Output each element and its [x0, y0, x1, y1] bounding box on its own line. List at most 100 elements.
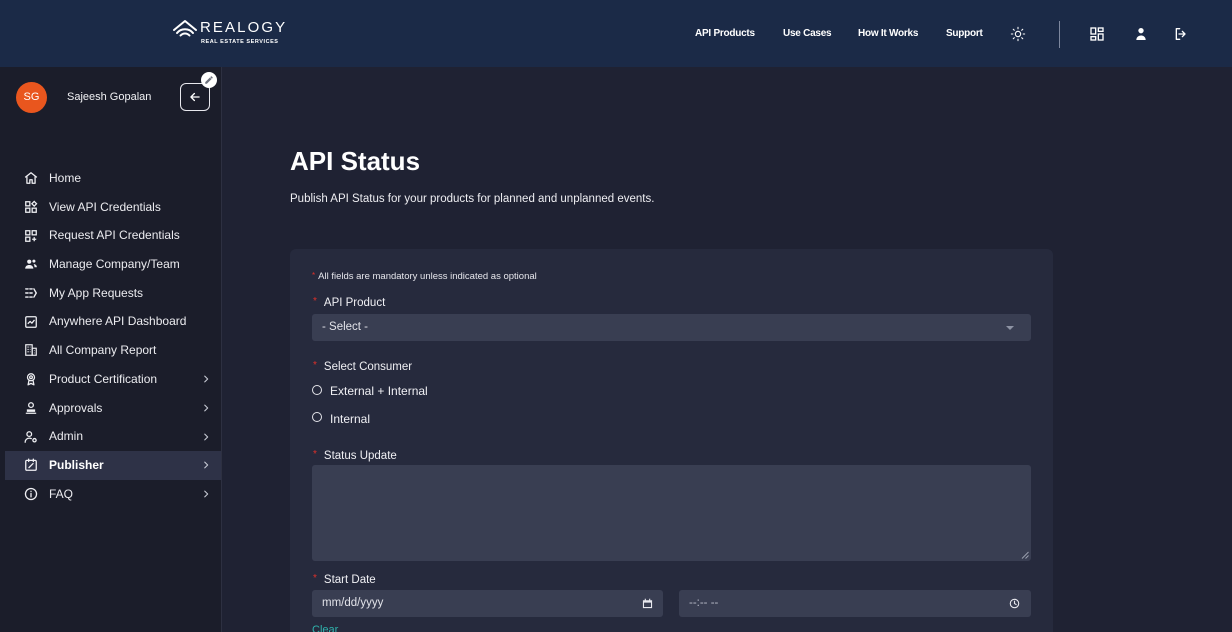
apps-grid-icon [1090, 27, 1104, 41]
sidebar-item-approvals[interactable]: Approvals [5, 394, 221, 423]
apps-menu-button[interactable] [1089, 26, 1105, 42]
avatar[interactable]: SG [16, 82, 47, 113]
required-asterisk: * [313, 296, 317, 307]
required-asterisk: * [313, 449, 317, 460]
app-requests-icon [25, 288, 38, 298]
realogy-roof-icon [173, 20, 197, 37]
sidebar-item-label: Anywhere API Dashboard [49, 314, 187, 329]
radio-internal-label[interactable]: Internal [330, 411, 370, 427]
sidebar-item-label: Product Certification [49, 371, 158, 386]
nav-use-cases[interactable]: Use Cases [783, 27, 832, 41]
sidebar-item-all-company-report[interactable]: All Company Report [5, 336, 221, 365]
page-title: API Status [290, 146, 421, 176]
required-asterisk: * [312, 271, 316, 280]
chevron-right-icon [204, 433, 209, 440]
calendar-icon[interactable] [642, 598, 653, 609]
sun-icon [1010, 26, 1026, 42]
sidebar-item-view-api-credentials[interactable]: View API Credentials [5, 193, 221, 222]
required-asterisk: * [313, 573, 317, 584]
nav-support[interactable]: Support [946, 27, 983, 41]
sidebar-item-label: Admin [49, 429, 84, 444]
nav-how-it-works[interactable]: How It Works [858, 27, 918, 41]
approvals-icon [25, 401, 37, 414]
sidebar-item-label: Home [49, 171, 82, 185]
api-product-selected-value: - Select - [322, 321, 369, 333]
mandatory-note: * All fields are mandatory unless indicat… [312, 271, 537, 283]
sidebar-item-anywhere-api-dashboard[interactable]: Anywhere API Dashboard [5, 307, 221, 336]
sidebar-item-faq[interactable]: FAQ [5, 480, 221, 509]
edit-profile-button[interactable] [201, 72, 217, 88]
start-date-label-text: Start Date [323, 574, 376, 586]
sidebar-item-label: FAQ [49, 486, 74, 501]
sidebar-item-label: Request API Credentials [49, 228, 180, 243]
sidebar-item-admin[interactable]: Admin [5, 422, 221, 451]
pencil-icon [205, 76, 213, 84]
sidebar-item-label: Manage Company/Team [49, 257, 180, 272]
realogy-logo[interactable]: REALOGY REAL ESTATE SERVICES [172, 18, 288, 48]
api-product-label: * API Product [313, 296, 385, 311]
team-icon [25, 259, 37, 270]
start-date-input[interactable]: mm/dd/yyyy [312, 590, 663, 617]
sidebar-item-label: Publisher [49, 457, 104, 472]
status-update-textarea[interactable] [312, 465, 1031, 561]
logout-icon [1175, 28, 1186, 40]
api-product-select[interactable]: - Select - [312, 314, 1031, 341]
publisher-icon [25, 458, 37, 472]
theme-toggle-button[interactable] [1010, 26, 1026, 42]
api-status-form: * All fields are mandatory unless indicat… [290, 249, 1053, 632]
dashboard-icon [25, 315, 37, 328]
page-subtitle: Publish API Status for your products for… [290, 193, 655, 205]
time-placeholder: --:-- -- [689, 597, 719, 609]
chevron-right-icon [204, 490, 209, 498]
chevron-right-icon [204, 375, 209, 383]
user-icon [1136, 28, 1146, 40]
api-product-label-text: API Product [323, 297, 386, 309]
sidebar-item-my-app-requests[interactable]: My App Requests [5, 279, 221, 308]
app-root: REALOGY REAL ESTATE SERVICES API Product… [0, 0, 1232, 632]
sidebar-item-label: All Company Report [49, 343, 157, 358]
radio-internal[interactable] [312, 412, 322, 422]
clear-date-link[interactable]: Clear [312, 624, 338, 632]
sidebar-item-product-certification[interactable]: Product Certification [5, 365, 221, 394]
chevron-right-icon [204, 461, 209, 469]
logo-tagline: REAL ESTATE SERVICES [201, 39, 279, 45]
sidebar-item-request-api-credentials[interactable]: Request API Credentials [5, 221, 221, 250]
date-placeholder: mm/dd/yyyy [322, 597, 384, 609]
profile-button[interactable] [1133, 26, 1149, 42]
sidebar-item-publisher[interactable]: Publisher [5, 450, 221, 480]
logout-button[interactable] [1173, 26, 1189, 42]
start-date-label: * Start Date [313, 573, 376, 588]
start-time-input[interactable]: --:-- -- [679, 590, 1031, 617]
sidebar-item-label: My App Requests [49, 285, 144, 300]
header-divider [1059, 21, 1060, 48]
status-update-label-text: Status Update [323, 450, 397, 462]
radio-external-internal[interactable] [312, 385, 322, 395]
sidebar-item-label: Approvals [49, 400, 103, 415]
status-update-label: * Status Update [313, 449, 397, 464]
chevron-down-icon [1006, 326, 1014, 330]
radio-external-internal-label[interactable]: External + Internal [330, 383, 428, 399]
sidebar: SG Sajeesh Gopalan Home View API Credent… [0, 67, 222, 632]
sidebar-item-home[interactable]: Home [5, 164, 221, 193]
clock-icon[interactable] [1009, 598, 1020, 609]
top-header: REALOGY REAL ESTATE SERVICES API Product… [0, 0, 1232, 67]
sidebar-item-manage-company-team[interactable]: Manage Company/Team [5, 250, 221, 279]
arrow-left-icon [190, 92, 200, 102]
home-icon [24, 172, 38, 185]
mandatory-note-text: All fields are mandatory unless indicate… [318, 271, 537, 282]
chevron-right-icon [204, 404, 209, 412]
certification-icon [26, 373, 36, 386]
info-icon [24, 487, 38, 501]
logo-wordmark: REALOGY [200, 19, 288, 36]
consumer-label-text: Select Consumer [323, 361, 413, 373]
user-name: Sajeesh Gopalan [67, 91, 152, 103]
request-credentials-icon [25, 229, 37, 242]
resize-handle-icon[interactable] [1021, 551, 1029, 559]
consumer-label: * Select Consumer [313, 360, 412, 375]
building-icon [25, 344, 37, 357]
nav-api-products[interactable]: API Products [695, 27, 755, 41]
sidebar-nav: Home View API Credentials Request API Cr… [5, 164, 221, 508]
view-credentials-icon [25, 200, 38, 213]
required-asterisk: * [313, 360, 317, 371]
admin-icon [24, 430, 37, 443]
